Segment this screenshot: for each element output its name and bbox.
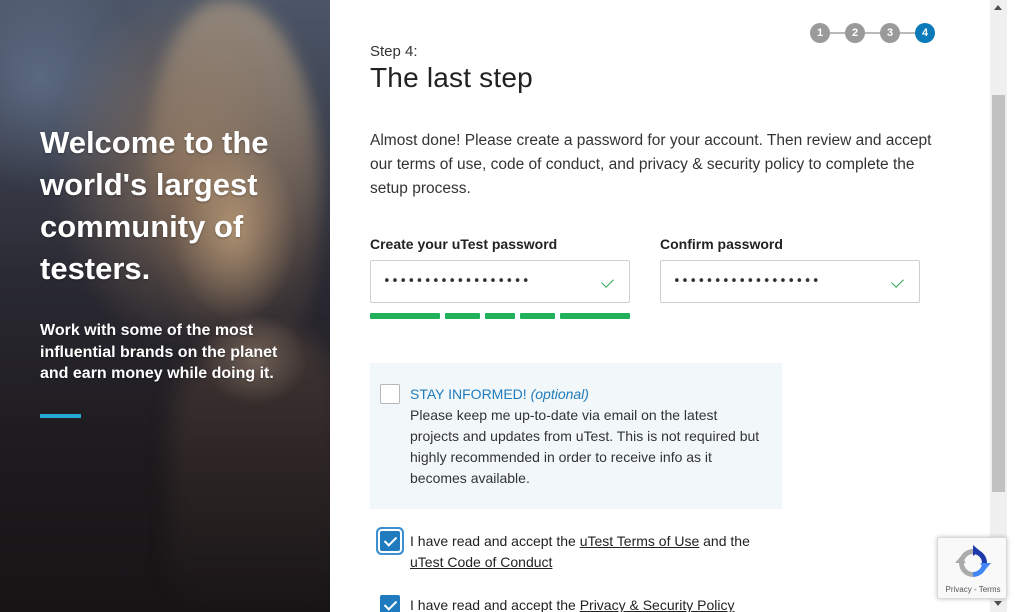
strength-segment (370, 313, 440, 319)
hero-title: Welcome to the world's largest community… (40, 125, 269, 286)
password-value: •••••••••••••••••• (383, 274, 531, 289)
stay-informed-checkbox[interactable] (380, 384, 400, 404)
page-title: The last step (370, 62, 533, 93)
optional-tag: (optional) (530, 386, 589, 402)
accept-privacy-prefix: I have read and accept the (410, 597, 580, 612)
intro-text: Almost done! Please create a password fo… (370, 132, 932, 197)
confirm-password-value: •••••••••••••••••• (673, 274, 821, 289)
stay-informed-text: Please keep me up-to-date via email on t… (410, 407, 760, 486)
step-2: 2 (845, 23, 865, 43)
step-3: 3 (880, 23, 900, 43)
step-1: 1 (810, 23, 830, 43)
confirm-password-label: Confirm password (660, 236, 783, 252)
step-progress-line (820, 32, 924, 34)
terms-of-use-link[interactable]: uTest Terms of Use (580, 533, 700, 549)
recaptcha-links[interactable]: Privacy - Terms (938, 585, 1008, 594)
strength-segment (445, 313, 480, 319)
strength-segment (520, 313, 555, 319)
hero-accent-bar (40, 414, 81, 418)
step-label: Step 4: (370, 43, 418, 60)
strength-segment (485, 313, 515, 319)
step-progress: 1 2 3 4 (810, 23, 936, 43)
accept-terms-text: I have read and accept the uTest Terms o… (410, 531, 770, 573)
privacy-policy-link[interactable]: Privacy & Security Policy (580, 597, 735, 612)
stay-informed-title: STAY INFORMED! (410, 386, 527, 402)
scroll-up-arrow-icon[interactable] (994, 5, 1002, 10)
stay-informed-heading: STAY INFORMED! (optional) (410, 386, 589, 402)
recaptcha-icon (955, 545, 991, 577)
code-of-conduct-link[interactable]: uTest Code of Conduct (410, 554, 552, 570)
password-strength-meter (370, 313, 630, 319)
recaptcha-badge[interactable]: Privacy - Terms (937, 537, 1007, 599)
strength-segment (560, 313, 630, 319)
accept-terms-checkbox[interactable] (380, 531, 400, 551)
valid-check-icon (891, 275, 904, 288)
hero-panel: Welcome to the world's largest community… (0, 0, 330, 612)
accept-terms-prefix: I have read and accept the (410, 533, 580, 549)
scroll-down-arrow-icon[interactable] (994, 601, 1002, 606)
step-4-active: 4 (915, 23, 935, 43)
password-field[interactable]: •••••••••••••••••• (370, 260, 630, 303)
scrollbar-thumb[interactable] (992, 95, 1005, 492)
valid-check-icon (601, 275, 614, 288)
accept-privacy-checkbox[interactable] (380, 595, 400, 612)
password-label: Create your uTest password (370, 236, 558, 252)
confirm-password-field[interactable]: •••••••••••••••••• (660, 260, 920, 303)
accept-terms-middle: and the (699, 533, 750, 549)
accept-privacy-text: I have read and accept the Privacy & Sec… (410, 595, 770, 612)
hero-subtitle: Work with some of the most influential b… (40, 322, 278, 382)
